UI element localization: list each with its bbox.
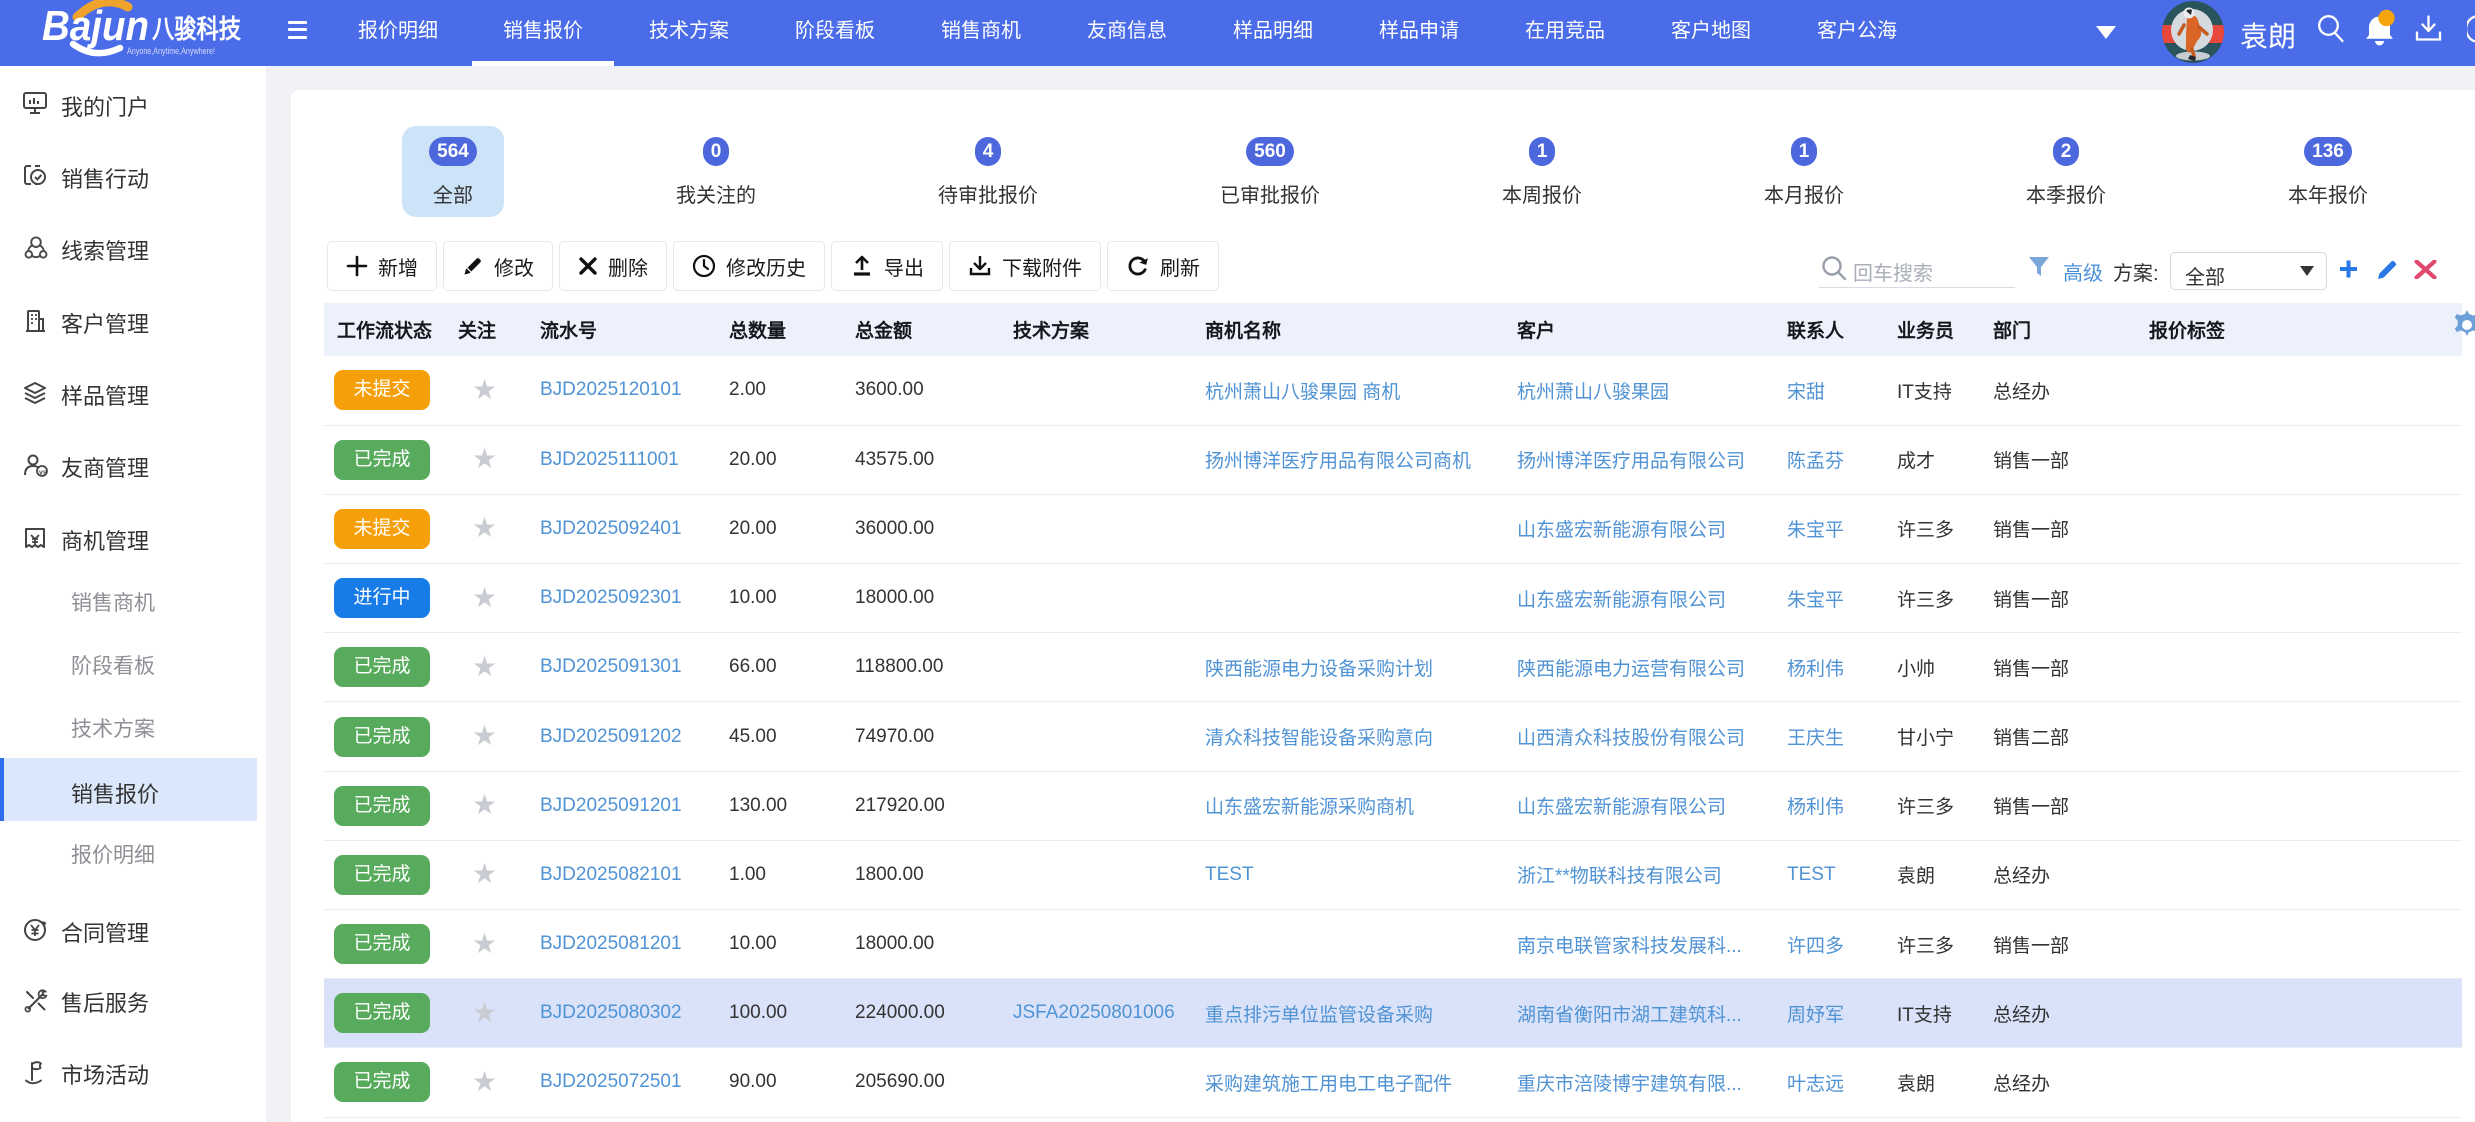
svg-text:Bajun: Bajun bbox=[42, 2, 149, 49]
svg-text:vs: vs bbox=[39, 470, 47, 477]
svg-text:Anyone,Anytime,Anywhere!: Anyone,Anytime,Anywhere! bbox=[127, 46, 215, 57]
svg-text:八骏科技: 八骏科技 bbox=[152, 14, 241, 44]
